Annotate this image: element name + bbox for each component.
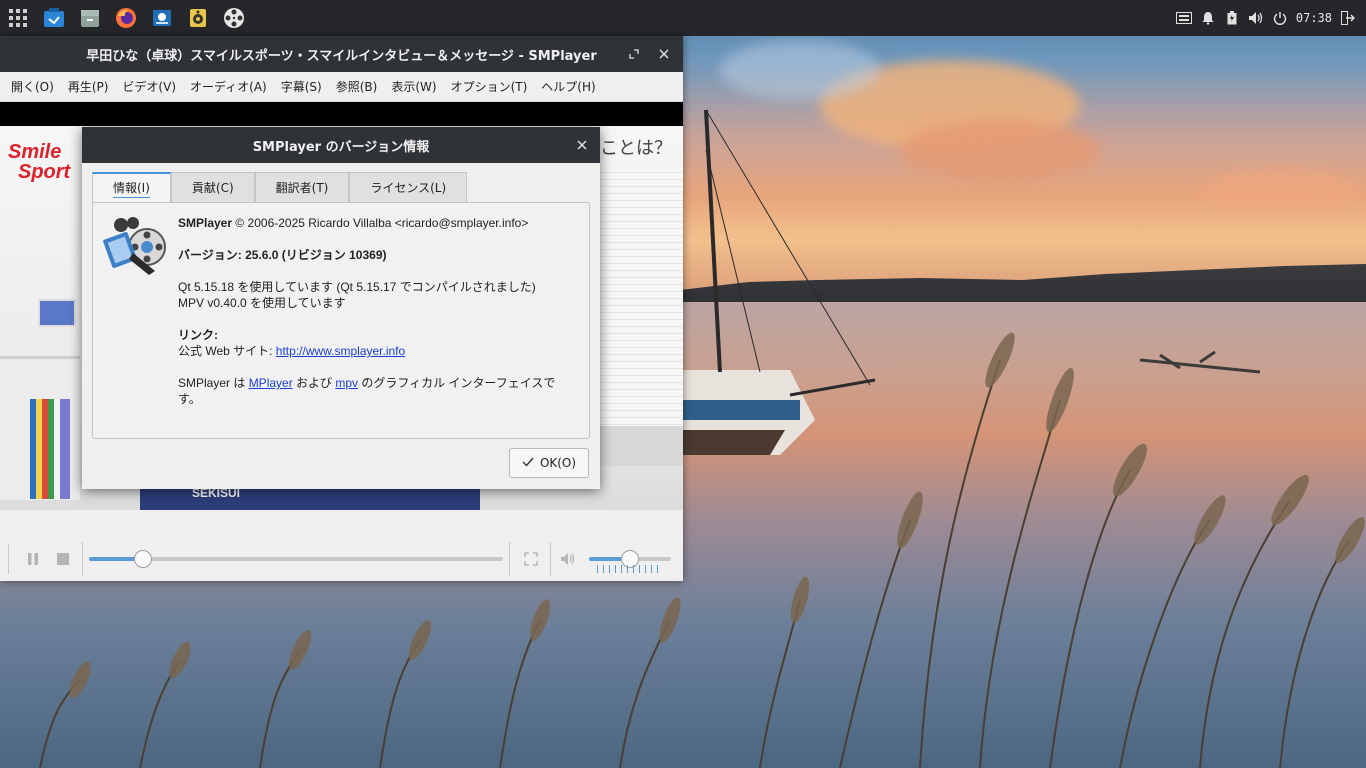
checkmark-icon <box>522 456 534 470</box>
installer-icon[interactable] <box>36 0 72 36</box>
tab-translators-label: 翻訳者(T) <box>275 181 329 195</box>
info-panel: SMPlayer © 2006-2025 Ricardo Villalba <r… <box>92 202 590 439</box>
controls-divider <box>509 542 510 576</box>
main-window-title: 早田ひな（卓球）スマイルスポーツ・スマイルインタビュー＆メッセージ - SMPl… <box>86 48 597 64</box>
dialog-tabs: 情報(I) 貢献(C) 翻訳者(T) ライセンス(L) <box>92 172 468 202</box>
dialog-close-icon[interactable] <box>572 135 592 155</box>
video-logo: Smile Sport <box>8 142 70 182</box>
version-text: バージョン: 25.6.0 (リビジョン 10369) <box>178 248 387 262</box>
video-wall <box>600 426 683 466</box>
film-reel-icon[interactable] <box>216 0 252 36</box>
video-books <box>30 399 70 499</box>
tab-contributions-label: 貢献(C) <box>191 181 234 195</box>
description-mid: および <box>292 376 336 390</box>
menu-options[interactable]: オプション(T) <box>444 72 535 102</box>
clock[interactable]: 07:38 <box>1296 11 1332 25</box>
tab-info[interactable]: 情報(I) <box>92 172 171 202</box>
menu-audio[interactable]: オーディオ(A) <box>183 72 274 102</box>
seek-handle[interactable] <box>133 550 152 568</box>
top-panel: 07:38 <box>0 0 1366 36</box>
mpv-link[interactable]: mpv <box>335 376 358 390</box>
version-line: バージョン: 25.6.0 (リビジョン 10369) <box>178 247 578 263</box>
controls-divider <box>82 542 83 576</box>
keyboard-layout-icon[interactable] <box>1175 10 1192 26</box>
website-link[interactable]: http://www.smplayer.info <box>276 344 405 358</box>
menu-view[interactable]: 表示(W) <box>384 72 443 102</box>
menu-video[interactable]: ビデオ(V) <box>115 72 183 102</box>
links-heading: リンク: <box>178 327 578 343</box>
volume-track[interactable] <box>589 550 671 568</box>
tab-license[interactable]: ライセンス(L) <box>349 172 468 202</box>
power-icon[interactable] <box>1272 10 1288 26</box>
firefox-icon[interactable] <box>108 0 144 36</box>
video-top-caption: ことは？ <box>600 138 672 159</box>
menu-subtitles[interactable]: 字幕(S) <box>274 72 329 102</box>
dialog-title-bar[interactable]: SMPlayer のバージョン情報 <box>82 127 600 163</box>
video-blinds <box>600 166 683 426</box>
file-manager-icon[interactable] <box>72 0 108 36</box>
video-shelf <box>0 299 80 500</box>
volume-ticks <box>597 565 663 573</box>
controls-grip <box>8 544 18 574</box>
volume-slider[interactable] <box>589 550 671 573</box>
copyright-text: © 2006-2025 Ricardo Villalba <ricardo@sm… <box>232 216 529 230</box>
speaker-app-icon[interactable] <box>180 0 216 36</box>
monitor-app-icon[interactable] <box>144 0 180 36</box>
close-icon[interactable] <box>654 44 674 64</box>
video-logo-line2: Sport <box>18 161 71 183</box>
playback-controls <box>0 537 683 581</box>
tab-contributions[interactable]: 貢献(C) <box>170 172 255 202</box>
smplayer-logo-icon <box>103 213 167 281</box>
mpv-version-line: MPV v0.40.0 を使用しています <box>178 296 346 310</box>
website-line: 公式 Web サイト: http://www.smplayer.info <box>178 343 578 359</box>
stop-icon[interactable] <box>48 544 78 574</box>
links-heading-text: リンク: <box>178 328 218 342</box>
menu-open[interactable]: 開く(O) <box>4 72 61 102</box>
fullscreen-icon[interactable] <box>516 544 546 574</box>
description-prefix: SMPlayer は <box>178 376 249 390</box>
maximize-icon[interactable] <box>624 44 644 64</box>
ok-button-label: OK(O) <box>539 456 577 470</box>
website-label: 公式 Web サイト: <box>178 344 276 358</box>
dialog-title: SMPlayer のバージョン情報 <box>252 139 430 155</box>
video-logo-line1: Smile <box>8 141 62 163</box>
logout-icon[interactable] <box>1340 10 1356 26</box>
video-photo <box>38 299 76 327</box>
ok-button[interactable]: OK(O) <box>509 448 589 478</box>
notification-bell-icon[interactable] <box>1200 10 1216 26</box>
description-line: SMPlayer は MPlayer および mpv のグラフィカル インターフ… <box>178 375 578 407</box>
seek-bar[interactable] <box>89 550 503 568</box>
tab-license-label: ライセンス(L) <box>370 181 447 195</box>
mute-icon[interactable] <box>553 544 583 574</box>
about-dialog: SMPlayer のバージョン情報 情報(I) 貢献(C) 翻訳者(T) ライセ… <box>82 127 600 489</box>
menu-bar: 開く(O) 再生(P) ビデオ(V) オーディオ(A) 字幕(S) 参照(B) … <box>0 72 683 102</box>
info-text: SMPlayer © 2006-2025 Ricardo Villalba <r… <box>178 215 578 407</box>
tab-translators[interactable]: 翻訳者(T) <box>254 172 350 202</box>
qt-version-line: Qt 5.15.18 を使用しています (Qt 5.15.17 でコンパイルされ… <box>178 280 536 294</box>
app-grid-icon[interactable] <box>0 0 36 36</box>
system-tray: 07:38 <box>1175 0 1356 36</box>
copyright-line: SMPlayer © 2006-2025 Ricardo Villalba <r… <box>178 215 578 231</box>
pause-icon[interactable] <box>18 544 48 574</box>
volume-icon[interactable] <box>1248 10 1264 26</box>
controls-divider <box>550 542 551 576</box>
menu-help[interactable]: ヘルプ(H) <box>534 72 602 102</box>
copyright-app: SMPlayer <box>178 216 233 230</box>
battery-icon[interactable] <box>1224 10 1240 26</box>
menu-browse[interactable]: 参照(B) <box>329 72 385 102</box>
tab-info-label: 情報(I) <box>113 179 150 198</box>
menu-play[interactable]: 再生(P) <box>61 72 116 102</box>
main-title-bar[interactable]: 早田ひな（卓球）スマイルスポーツ・スマイルインタビュー＆メッセージ - SMPl… <box>0 36 683 72</box>
mplayer-link[interactable]: MPlayer <box>249 376 293 390</box>
seek-track[interactable] <box>89 550 503 568</box>
